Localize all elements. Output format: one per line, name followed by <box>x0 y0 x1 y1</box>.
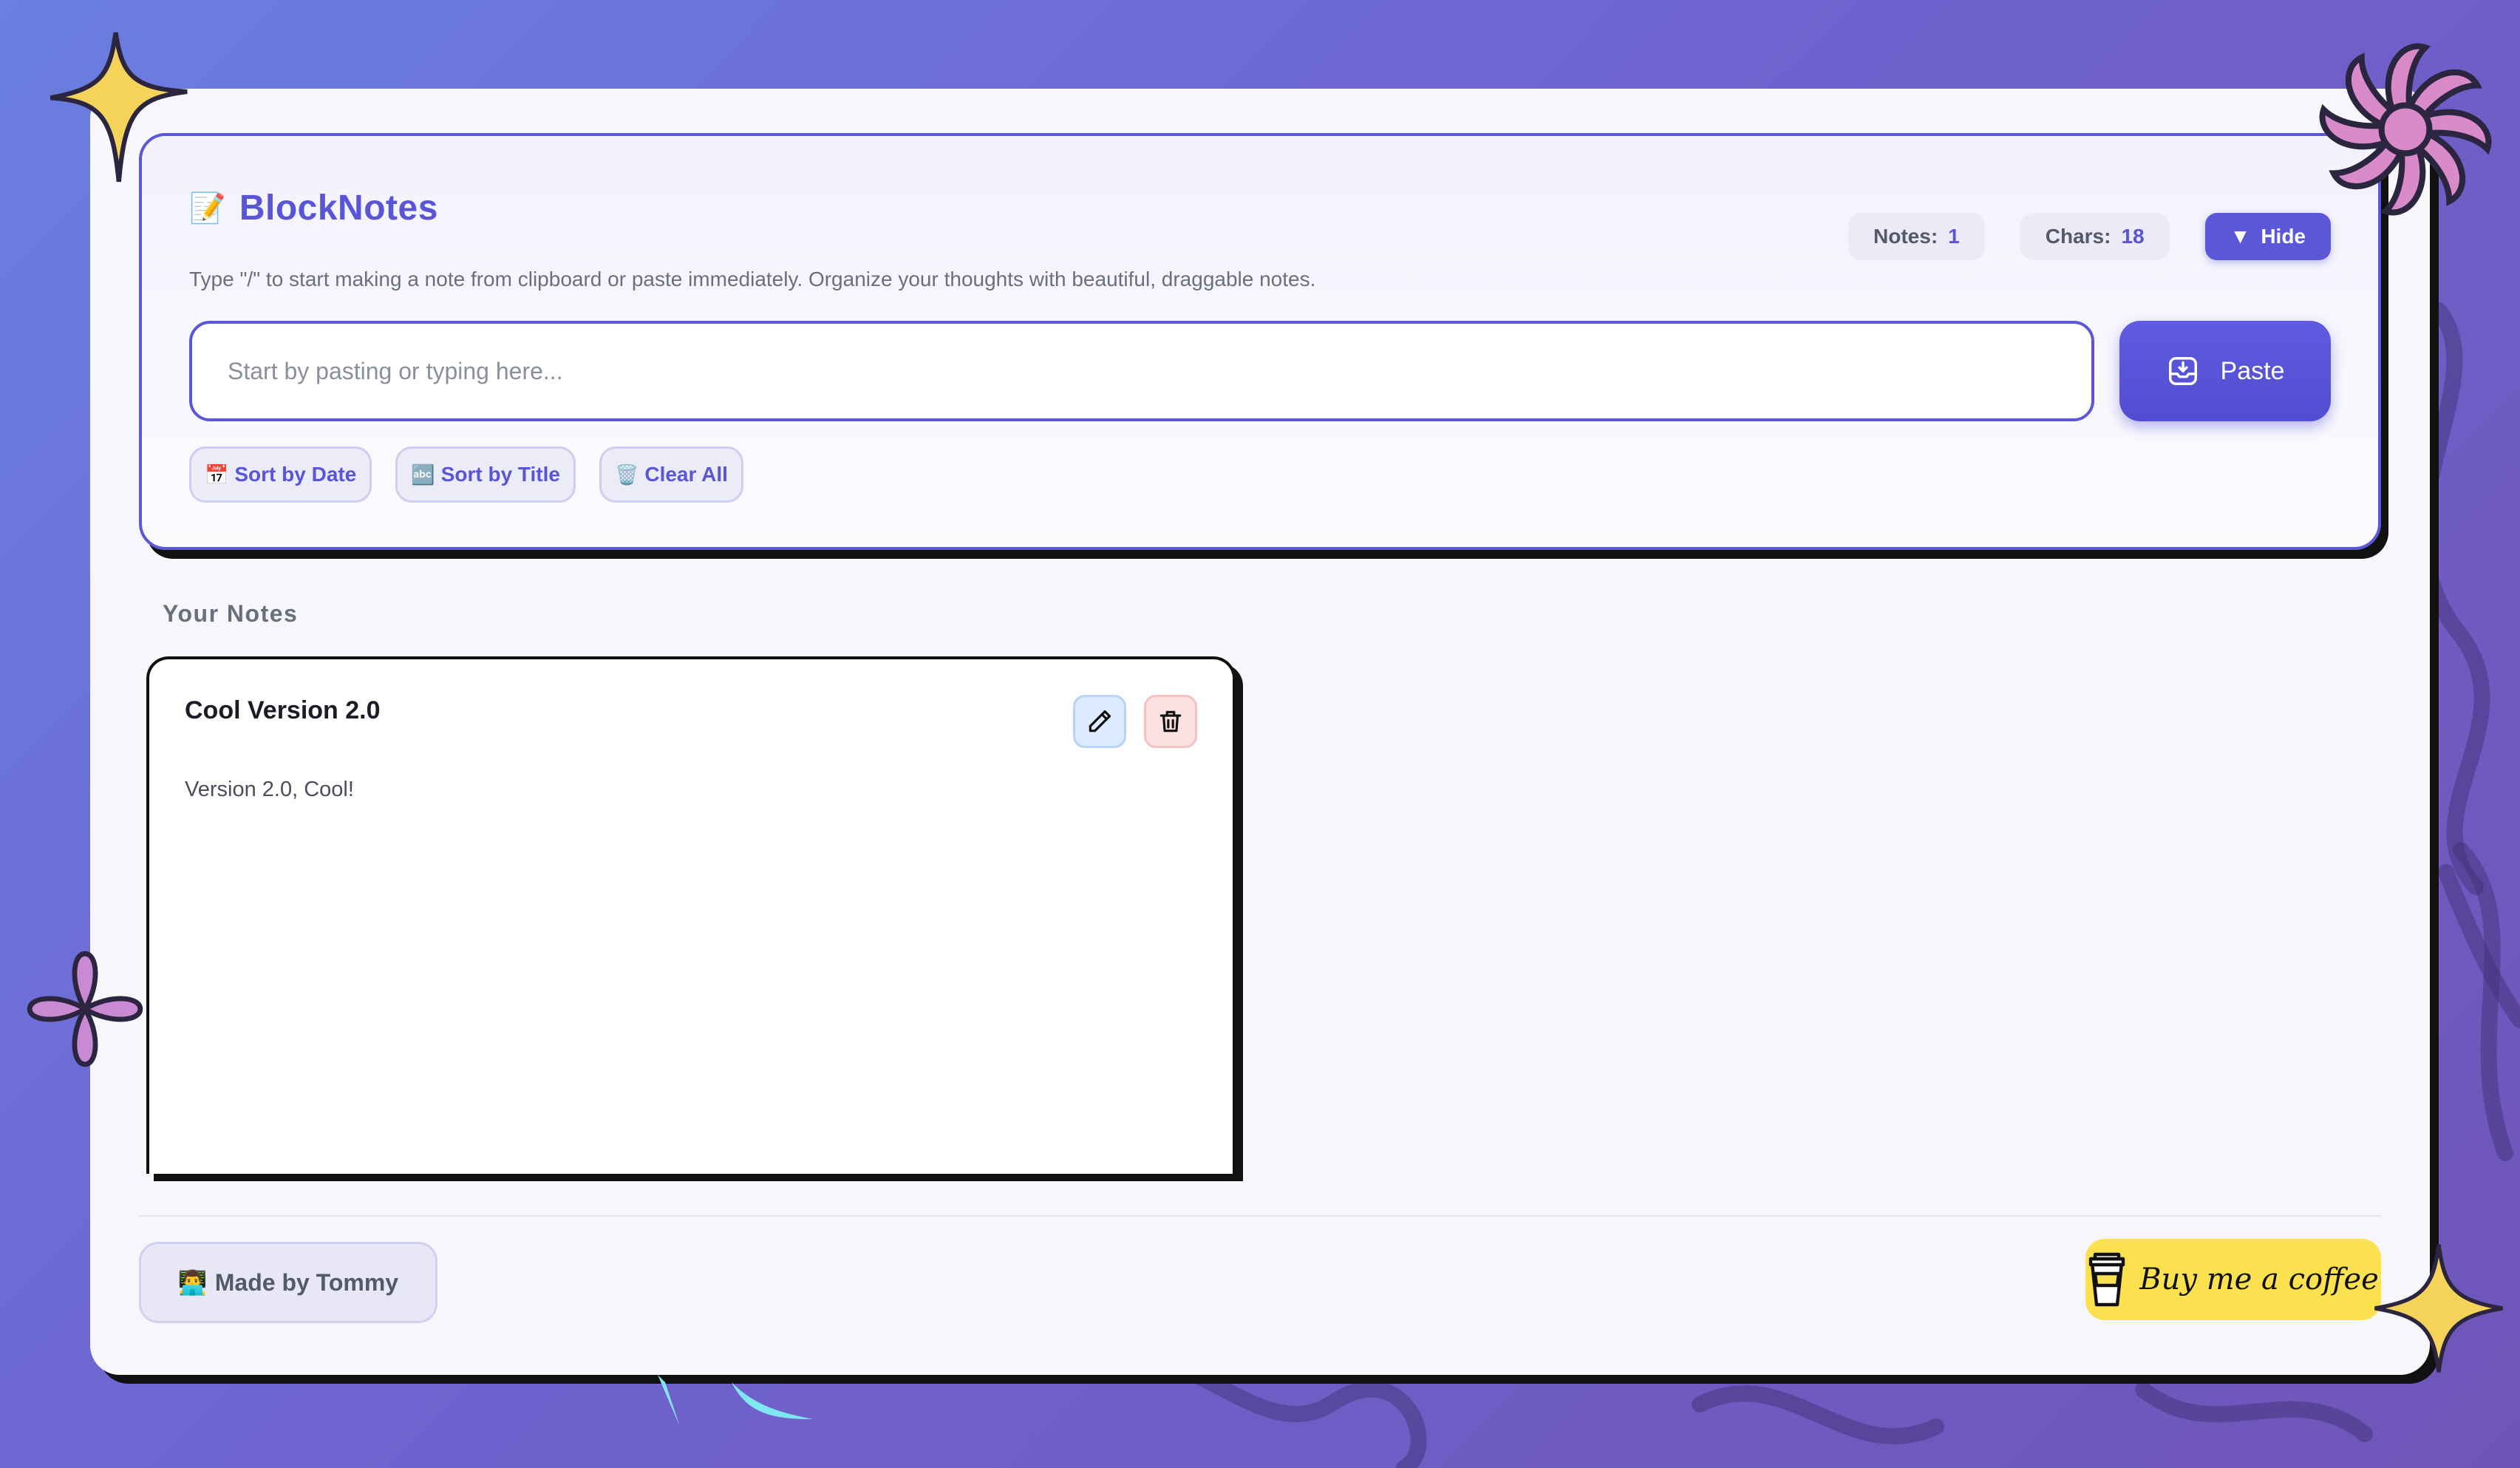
star-decoration-top-left <box>50 32 188 183</box>
flower-decoration-top-right <box>2319 43 2492 216</box>
sort-by-title-label: Sort by Title <box>440 463 560 486</box>
chars-count-value: 18 <box>2121 225 2145 248</box>
coffee-label: Buy me a coffee <box>2139 1263 2379 1297</box>
calendar-icon: 📅 <box>205 463 229 486</box>
made-by-badge[interactable]: 👨‍💻 Made by Tommy <box>139 1242 437 1323</box>
sort-by-title-button[interactable]: 🔤 Sort by Title <box>395 446 576 503</box>
main-card: 📝 BlockNotes Type "/" to start making a … <box>90 89 2430 1375</box>
notes-section-label: Your Notes <box>163 600 299 627</box>
hide-button-label: Hide <box>2261 225 2306 248</box>
app-subtitle: Type "/" to start making a note from cli… <box>189 268 1316 290</box>
triangle-down-icon: ▼ <box>2230 225 2251 248</box>
made-by-label: Made by Tommy <box>214 1268 399 1296</box>
sort-by-date-label: Sort by Date <box>234 463 357 486</box>
chars-count-badge: Chars: 18 <box>2020 213 2170 260</box>
edit-note-button[interactable] <box>1073 695 1126 748</box>
technologist-icon: 👨‍💻 <box>177 1269 208 1296</box>
note-card[interactable]: Cool Version 2.0 Version 2.0, Cool! <box>146 656 1236 1174</box>
inbox-download-icon <box>2168 357 2197 385</box>
note-input[interactable] <box>228 357 2056 385</box>
paste-button[interactable]: Paste <box>2119 321 2331 421</box>
pencil-icon <box>1089 710 1111 733</box>
trash-icon <box>1159 710 1182 733</box>
sort-by-date-button[interactable]: 📅 Sort by Date <box>189 446 372 503</box>
paste-button-label: Paste <box>2220 356 2285 385</box>
brand: 📝 BlockNotes <box>189 188 438 228</box>
buy-me-a-coffee-button[interactable]: Buy me a coffee <box>2085 1239 2381 1320</box>
clear-all-label: Clear All <box>644 463 728 486</box>
note-actions <box>1073 695 1197 748</box>
action-row: 📅 Sort by Date 🔤 Sort by Title 🗑️ Clear … <box>189 446 743 503</box>
clear-all-button[interactable]: 🗑️ Clear All <box>599 446 743 503</box>
delete-note-button[interactable] <box>1144 695 1197 748</box>
coffee-cup-icon <box>2089 1252 2125 1307</box>
note-body: Version 2.0, Cool! <box>185 778 354 801</box>
note-input-wrapper <box>189 321 2094 421</box>
notes-count-label: Notes: <box>1873 225 1938 248</box>
stats-bar: Notes: 1 Chars: 18 ▼ Hide <box>1848 213 2331 260</box>
chars-count-label: Chars: <box>2045 225 2111 248</box>
star-decoration-bottom-right <box>2374 1244 2503 1373</box>
notes-count-badge: Notes: 1 <box>1848 213 1985 260</box>
notes-count-value: 1 <box>1948 225 1960 248</box>
sparkle-decoration-bottom <box>658 1375 813 1427</box>
abc-icon: 🔤 <box>411 463 435 486</box>
footer-divider <box>139 1215 2381 1217</box>
header-panel: 📝 BlockNotes Type "/" to start making a … <box>139 133 2381 550</box>
memo-icon: 📝 <box>189 192 226 225</box>
clover-decoration-left <box>27 951 143 1067</box>
note-title: Cool Version 2.0 <box>185 696 381 724</box>
wastebasket-icon: 🗑️ <box>614 463 639 486</box>
app-title: BlockNotes <box>239 188 438 228</box>
